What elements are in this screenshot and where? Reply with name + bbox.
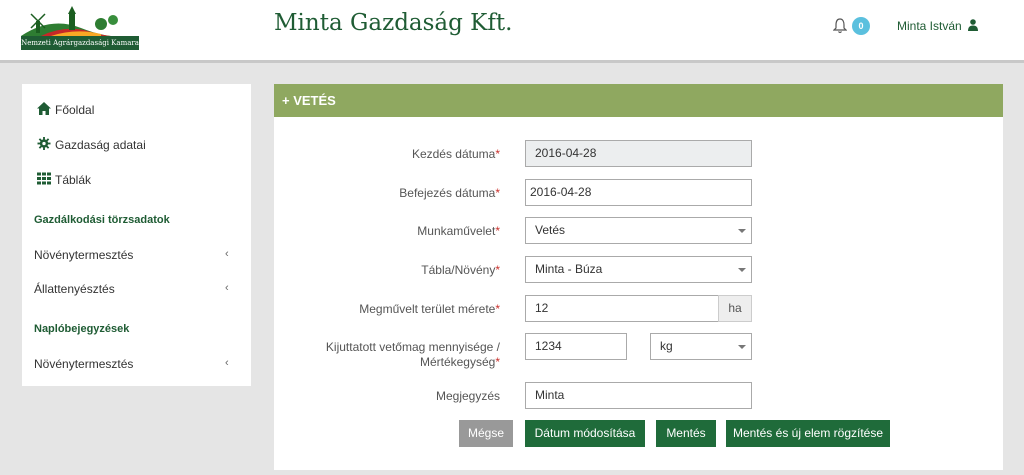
bell-icon[interactable] bbox=[833, 18, 847, 34]
seed-unit-select[interactable]: kg bbox=[650, 333, 752, 360]
cancel-button[interactable]: Mégse bbox=[459, 420, 513, 447]
sidebar-item-label: Főoldal bbox=[55, 103, 95, 117]
sidebar-section-master-data: Gazdálkodási törzsadatok bbox=[34, 214, 170, 226]
table-crop-value: Minta - Búza bbox=[535, 262, 603, 276]
start-date-label: Kezdés dátuma* bbox=[411, 147, 500, 161]
area-label: Megművelt terület mérete* bbox=[359, 302, 500, 316]
sidebar: Főoldal Gazdaság adatai Táblák Gazdálkod… bbox=[22, 84, 251, 386]
sidebar-item-label: Állattenyésztés bbox=[34, 282, 115, 296]
end-date-label: Befejezés dátuma* bbox=[399, 186, 500, 200]
user-icon[interactable] bbox=[968, 19, 978, 31]
change-date-button[interactable]: Dátum módosítása bbox=[525, 420, 645, 447]
area-unit-addon: ha bbox=[718, 295, 752, 322]
nak-logo[interactable]: Nemzeti Agrárgazdasági Kamara bbox=[21, 6, 139, 50]
save-and-new-button[interactable]: Mentés és új elem rögzítése bbox=[726, 420, 890, 447]
sidebar-item-tables[interactable]: Táblák bbox=[22, 164, 251, 194]
chevron-left-icon: ‹ bbox=[225, 248, 229, 260]
operation-label: Munkaművelet* bbox=[417, 224, 500, 238]
logo-text: Nemzeti Agrárgazdasági Kamara bbox=[21, 36, 139, 50]
sidebar-section-logbook: Naplóbejegyzések bbox=[34, 323, 130, 335]
save-button[interactable]: Mentés bbox=[656, 420, 716, 447]
table-crop-label: Tábla/Növény* bbox=[421, 263, 500, 277]
sidebar-item-label: Gazdaság adatai bbox=[55, 138, 146, 152]
caret-down-icon bbox=[738, 345, 746, 349]
sidebar-item-label: Növénytermesztés bbox=[34, 248, 134, 262]
note-input[interactable]: Minta bbox=[525, 382, 752, 409]
sidebar-item-label: Növénytermesztés bbox=[34, 357, 134, 371]
table-crop-select[interactable]: Minta - Búza bbox=[525, 256, 752, 283]
seed-unit-value: kg bbox=[660, 339, 673, 353]
note-label: Megjegyzés bbox=[435, 389, 500, 403]
gear-icon bbox=[37, 137, 51, 150]
site-title: Minta Gazdaság Kft. bbox=[274, 10, 513, 36]
sidebar-item-crop-master[interactable]: Növénytermesztés ‹ bbox=[22, 239, 251, 269]
sowing-form-panel: + VETÉS Kezdés dátuma* 2016-04-28 Befeje… bbox=[274, 84, 1003, 470]
caret-down-icon bbox=[738, 229, 746, 233]
notification-count-badge[interactable]: 0 bbox=[852, 17, 870, 35]
home-icon bbox=[37, 102, 51, 115]
sidebar-item-livestock-master[interactable]: Állattenyésztés ‹ bbox=[22, 273, 251, 303]
sidebar-item-farm-data[interactable]: Gazdaság adatai bbox=[22, 129, 251, 159]
top-header: Nemzeti Agrárgazdasági Kamara Minta Gazd… bbox=[0, 0, 1024, 63]
sidebar-item-home[interactable]: Főoldal bbox=[22, 94, 251, 124]
user-name[interactable]: Minta István bbox=[897, 19, 962, 33]
operation-value: Vetés bbox=[535, 223, 566, 237]
seed-qty-label: Kijuttatott vetőmag mennyisége / Mértéke… bbox=[325, 340, 500, 369]
start-date-field: 2016-04-28 bbox=[525, 140, 752, 167]
end-date-field[interactable]: 2016-04-28 bbox=[525, 179, 752, 206]
sidebar-item-crop-log[interactable]: Növénytermesztés ‹ bbox=[22, 348, 251, 378]
chevron-left-icon: ‹ bbox=[225, 357, 229, 369]
panel-title: + VETÉS bbox=[274, 84, 1003, 117]
grid-icon bbox=[37, 172, 51, 185]
seed-qty-input[interactable]: 1234 bbox=[525, 333, 627, 360]
area-input[interactable]: 12 bbox=[525, 295, 719, 322]
caret-down-icon bbox=[738, 268, 746, 272]
chevron-left-icon: ‹ bbox=[225, 282, 229, 294]
sidebar-item-label: Táblák bbox=[55, 173, 92, 187]
operation-select[interactable]: Vetés bbox=[525, 217, 752, 244]
